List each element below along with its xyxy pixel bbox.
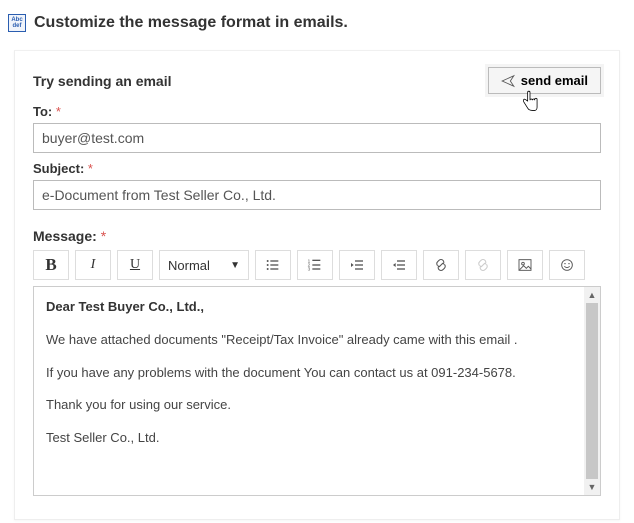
outdent-button[interactable] — [339, 250, 375, 280]
outdent-icon — [349, 257, 365, 273]
bold-button[interactable]: B — [33, 250, 69, 280]
indent-icon — [391, 257, 407, 273]
editor-toolbar: B I U Normal ▼ 123 — [33, 250, 601, 280]
scroll-thumb[interactable] — [586, 303, 598, 479]
send-icon — [501, 74, 515, 88]
unlink-icon — [475, 257, 491, 273]
editor-scrollbar[interactable]: ▲ ▼ — [584, 287, 600, 495]
link-icon — [433, 257, 449, 273]
unordered-list-icon — [265, 257, 281, 273]
indent-button[interactable] — [381, 250, 417, 280]
send-email-button[interactable]: send email — [488, 67, 601, 94]
message-line: If you have any problems with the docume… — [46, 363, 572, 384]
italic-button[interactable]: I — [75, 250, 111, 280]
format-icon: Abc def — [8, 14, 26, 32]
message-line: We have attached documents "Receipt/Tax … — [46, 330, 572, 351]
link-button[interactable] — [423, 250, 459, 280]
image-button[interactable] — [507, 250, 543, 280]
required-mark: * — [101, 228, 106, 244]
message-signature: Test Seller Co., Ltd. — [46, 428, 572, 449]
unlink-button[interactable] — [465, 250, 501, 280]
underline-button[interactable]: U — [117, 250, 153, 280]
to-input[interactable] — [33, 123, 601, 153]
emoji-button[interactable] — [549, 250, 585, 280]
format-select[interactable]: Normal ▼ — [159, 250, 249, 280]
required-mark: * — [56, 104, 61, 119]
unordered-list-button[interactable] — [255, 250, 291, 280]
message-label: Message: * — [33, 228, 601, 244]
required-mark: * — [88, 161, 93, 176]
ordered-list-button[interactable]: 123 — [297, 250, 333, 280]
message-greeting: Dear Test Buyer Co., Ltd., — [46, 297, 572, 318]
format-select-label: Normal — [168, 258, 210, 273]
ordered-list-icon: 123 — [307, 257, 323, 273]
chevron-down-icon: ▼ — [230, 260, 240, 271]
page-title: Customize the message format in emails. — [34, 14, 348, 32]
format-icon-bottom: def — [13, 23, 22, 29]
svg-text:3: 3 — [308, 266, 311, 271]
scroll-up-icon[interactable]: ▲ — [584, 287, 600, 303]
image-icon — [517, 257, 533, 273]
try-sending-label: Try sending an email — [33, 73, 172, 89]
message-editor[interactable]: Dear Test Buyer Co., Ltd., We have attac… — [34, 287, 584, 495]
scroll-down-icon[interactable]: ▼ — [584, 479, 600, 495]
message-line: Thank you for using our service. — [46, 395, 572, 416]
send-email-label: send email — [521, 73, 588, 88]
subject-label: Subject: * — [33, 161, 601, 176]
email-config-card: Try sending an email send email To: * Su… — [14, 50, 620, 520]
message-editor-wrap: Dear Test Buyer Co., Ltd., We have attac… — [33, 286, 601, 496]
to-label: To: * — [33, 104, 601, 119]
subject-input[interactable] — [33, 180, 601, 210]
emoji-icon — [559, 257, 575, 273]
